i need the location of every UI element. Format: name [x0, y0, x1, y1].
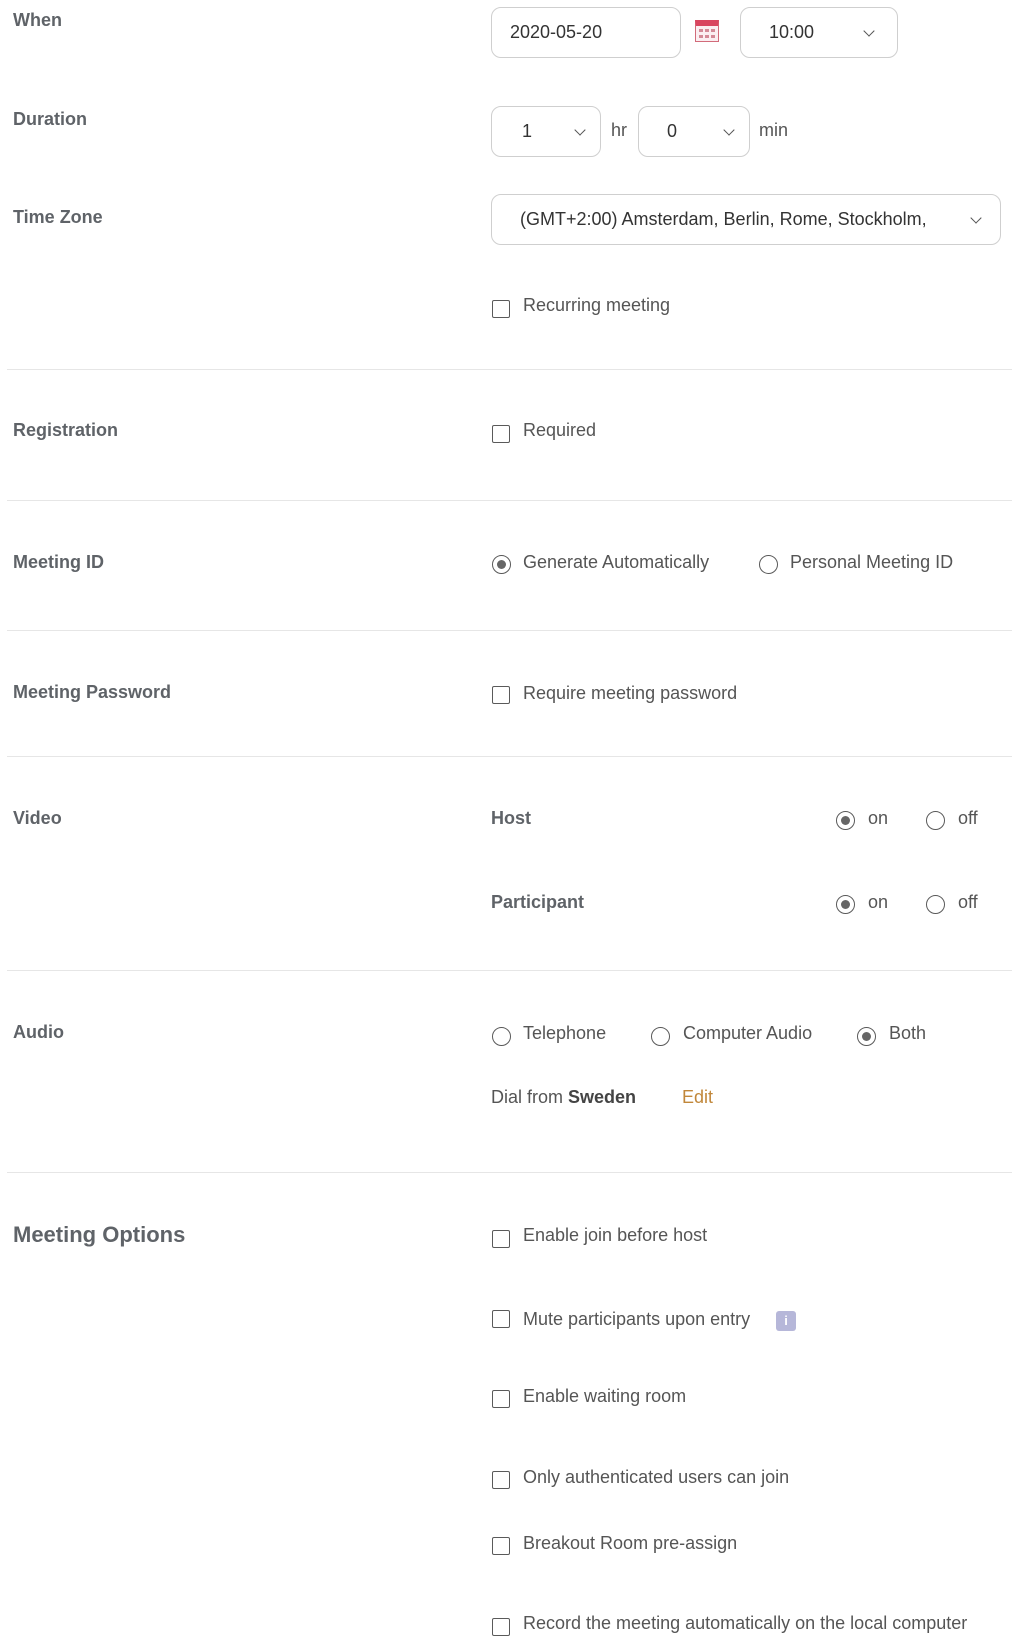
meeting-id-personal-label: Personal Meeting ID	[790, 552, 954, 572]
mute-on-entry-label: Mute participants upon entry	[523, 1309, 751, 1329]
waiting-room-label: Enable waiting room	[523, 1386, 687, 1406]
date-input[interactable]: 2020-05-20	[491, 7, 681, 58]
join-before-host-label: Enable join before host	[523, 1225, 708, 1245]
audio-telephone-radio[interactable]	[492, 1027, 511, 1046]
meeting-id-personal-radio[interactable]	[759, 555, 778, 574]
divider	[7, 1172, 1012, 1173]
duration-hours-value: 1	[522, 121, 533, 141]
time-zone-label: Time Zone	[13, 207, 103, 227]
video-host-label: Host	[491, 808, 531, 828]
video-participant-label: Participant	[491, 892, 585, 912]
dial-from-prefix: Dial from	[491, 1087, 564, 1107]
hours-unit: hr	[611, 120, 628, 140]
recurring-meeting-label: Recurring meeting	[523, 295, 671, 315]
audio-computer-radio[interactable]	[651, 1027, 670, 1046]
video-participant-on-radio[interactable]	[836, 895, 855, 914]
breakout-preassign-checkbox[interactable]	[492, 1537, 510, 1555]
video-participant-off-radio[interactable]	[926, 895, 945, 914]
video-host-off-label: off	[958, 808, 978, 828]
duration-label: Duration	[13, 109, 87, 129]
duration-minutes-select[interactable]: 0	[638, 106, 750, 157]
mute-on-entry-checkbox[interactable]	[492, 1310, 510, 1328]
time-zone-select[interactable]: (GMT+2:00) Amsterdam, Berlin, Rome, Stoc…	[491, 194, 1001, 245]
audio-both-radio[interactable]	[857, 1027, 876, 1046]
registration-required-label: Required	[523, 420, 597, 440]
audio-computer-label: Computer Audio	[683, 1023, 813, 1043]
video-label: Video	[13, 808, 62, 828]
join-before-host-checkbox[interactable]	[492, 1230, 510, 1248]
duration-hours-select[interactable]: 1	[491, 106, 601, 157]
waiting-room-checkbox[interactable]	[492, 1390, 510, 1408]
divider	[7, 756, 1012, 757]
chevron-down-icon	[970, 214, 982, 226]
meeting-id-generate-radio[interactable]	[492, 555, 511, 574]
require-password-checkbox[interactable]	[492, 686, 510, 704]
divider	[7, 500, 1012, 501]
video-host-on-label: on	[868, 808, 889, 828]
registration-required-checkbox[interactable]	[492, 425, 510, 443]
video-participant-off-label: off	[958, 892, 978, 912]
registration-label: Registration	[13, 420, 119, 440]
time-value: 10:00	[769, 22, 815, 42]
audio-label: Audio	[13, 1022, 64, 1042]
dial-from-text: Dial from Sweden	[491, 1087, 636, 1108]
auto-record-checkbox[interactable]	[492, 1618, 510, 1636]
dial-from-country: Sweden	[568, 1087, 637, 1107]
meeting-id-generate-label: Generate Automatically	[523, 552, 710, 572]
divider	[7, 970, 1012, 971]
minutes-unit: min	[759, 120, 789, 140]
video-host-on-radio[interactable]	[836, 811, 855, 830]
divider	[7, 369, 1012, 370]
chevron-down-icon	[574, 126, 586, 138]
chevron-down-icon	[863, 27, 875, 39]
divider	[7, 630, 1012, 631]
authenticated-users-checkbox[interactable]	[492, 1471, 510, 1489]
when-label: When	[13, 10, 62, 30]
duration-minutes-value: 0	[667, 121, 678, 141]
meeting-options-label: Meeting Options	[13, 1222, 186, 1247]
meeting-password-label: Meeting Password	[13, 682, 172, 702]
calendar-icon[interactable]	[695, 20, 719, 42]
audio-telephone-label: Telephone	[523, 1023, 607, 1043]
video-host-off-radio[interactable]	[926, 811, 945, 830]
chevron-down-icon	[723, 126, 735, 138]
require-password-label: Require meeting password	[523, 683, 738, 703]
time-zone-value: (GMT+2:00) Amsterdam, Berlin, Rome, Stoc…	[520, 209, 927, 229]
date-value: 2020-05-20	[510, 22, 603, 42]
breakout-preassign-label: Breakout Room pre-assign	[523, 1533, 738, 1553]
video-participant-on-label: on	[868, 892, 889, 912]
info-icon[interactable]: i	[776, 1311, 796, 1331]
meeting-id-label: Meeting ID	[13, 552, 105, 572]
audio-both-label: Both	[889, 1023, 927, 1043]
auto-record-label: Record the meeting automatically on the …	[523, 1613, 968, 1633]
dial-edit-link[interactable]: Edit	[682, 1087, 713, 1108]
recurring-meeting-checkbox[interactable]	[492, 300, 510, 318]
time-select[interactable]: 10:00	[740, 7, 898, 58]
authenticated-users-label: Only authenticated users can join	[523, 1467, 790, 1487]
